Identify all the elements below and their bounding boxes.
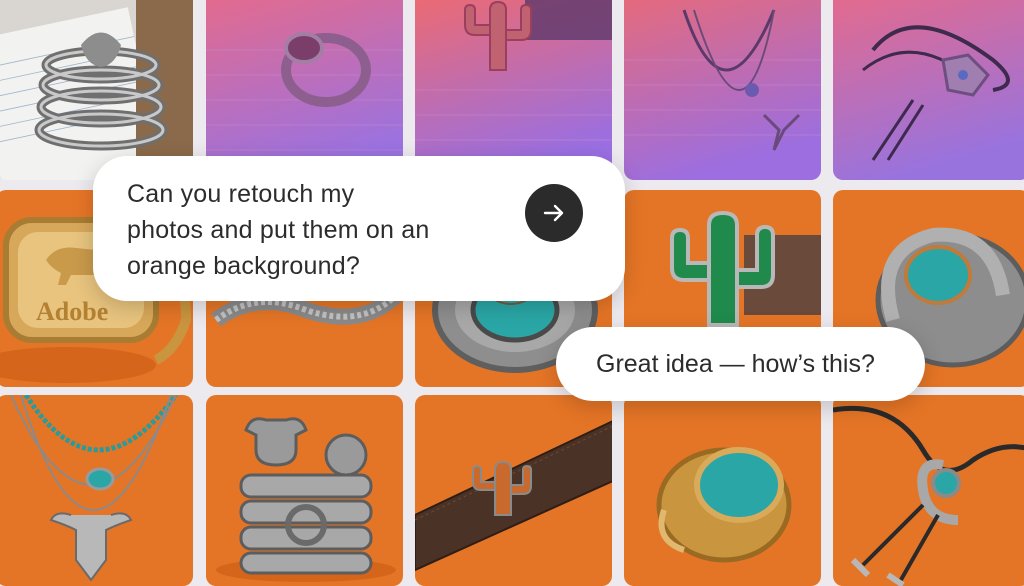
photo-gold-turquoise-ring[interactable] xyxy=(624,395,821,586)
ring-engraving: Adobe xyxy=(36,297,108,326)
photo-leather-belt-cactus[interactable] xyxy=(415,395,612,586)
arrow-right-icon xyxy=(543,204,564,222)
photo-bull-cuff-stack[interactable] xyxy=(206,395,403,586)
photo-cactus-buckle-original[interactable] xyxy=(415,0,612,180)
photo-horseshoe-bolo-tie[interactable] xyxy=(833,395,1024,586)
photo-bolo-tie-original[interactable] xyxy=(833,0,1024,180)
chat-prompt-bubble: Can you retouch my photos and put them o… xyxy=(93,156,625,301)
photo-turquoise-skull-necklace[interactable] xyxy=(0,395,193,586)
chat-reply-bubble: Great idea — how’s this? xyxy=(556,327,925,401)
photo-skull-necklace-original[interactable] xyxy=(624,0,821,180)
send-button[interactable] xyxy=(525,184,583,242)
chat-reply-text: Great idea — how’s this? xyxy=(596,350,875,378)
photo-ring-original[interactable] xyxy=(206,0,403,180)
photo-cuff-bracelets-original[interactable] xyxy=(0,0,193,180)
chat-prompt-text: Can you retouch my photos and put them o… xyxy=(127,180,430,280)
